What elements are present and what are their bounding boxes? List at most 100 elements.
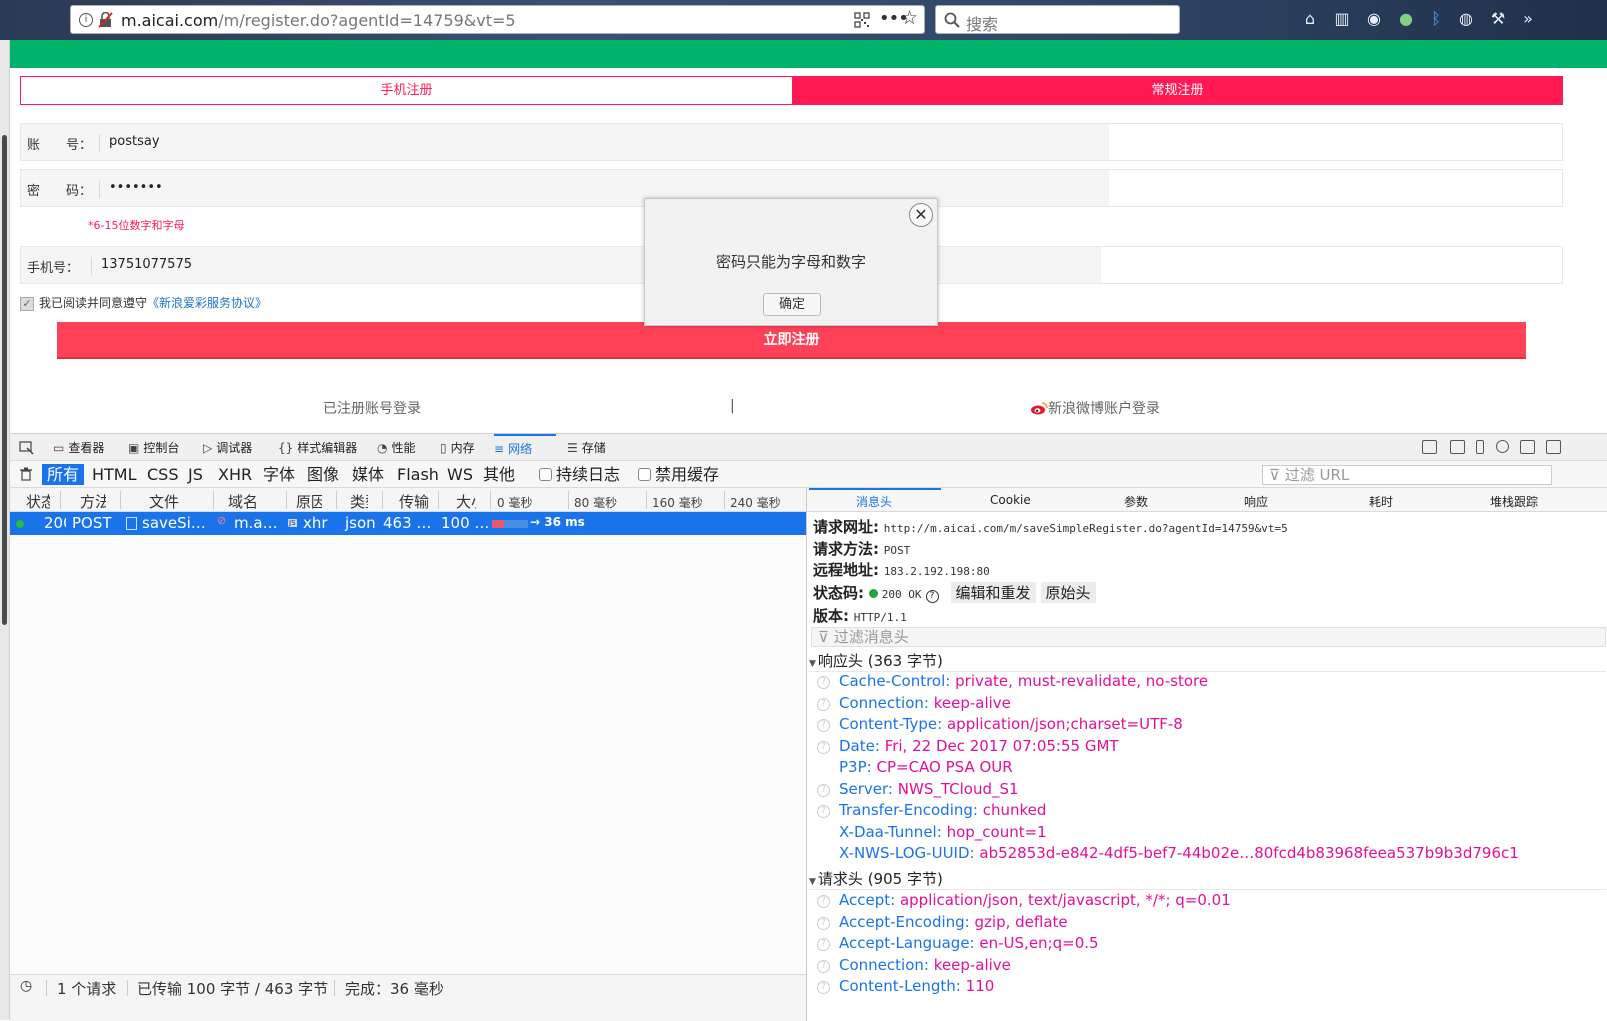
settings-gear-icon[interactable] (1496, 440, 1509, 453)
raw-headers-button[interactable]: 原始头 (1040, 582, 1096, 603)
scratchpad-icon[interactable] (1450, 440, 1465, 454)
bluetooth-addon-icon[interactable]: ᛒ (1426, 9, 1446, 29)
weibo-login-link[interactable]: 新浪微博账户登录 (1030, 398, 1160, 418)
url-host: m.aicai.com (121, 11, 219, 30)
tab-cookies[interactable]: Cookie (990, 493, 1031, 507)
filter-media[interactable]: 媒体 (347, 464, 389, 485)
ok-button[interactable]: 确定 (763, 293, 821, 316)
tab-inspector[interactable]: ▭ 查看器 (53, 439, 104, 459)
header-help-icon[interactable]: ? (817, 783, 830, 797)
tab-memory[interactable]: ▯ 内存 (440, 439, 475, 459)
header-help-icon[interactable]: ? (817, 938, 830, 951)
close-icon[interactable]: ✕ (909, 203, 933, 227)
status-addon-icon[interactable]: ● (1396, 9, 1416, 29)
url-text[interactable]: m.aicai.com/m/register.do?agentId=14759&… (121, 11, 516, 30)
edit-resend-button[interactable]: 编辑和重发 (950, 582, 1036, 603)
tab-network[interactable]: ≡ 网络 (494, 434, 556, 456)
tab-headers[interactable]: 消息头 (856, 493, 892, 510)
account-input[interactable]: postsay (109, 134, 160, 149)
home-icon[interactable]: ⌂ (1300, 9, 1320, 29)
tab-timings[interactable]: 耗时 (1369, 493, 1393, 510)
header-help-icon[interactable]: ? (817, 959, 830, 973)
phone-input[interactable]: 13751077575 (101, 257, 192, 272)
request-url[interactable]: http://m.aicai.com/m/saveSimpleRegister.… (884, 522, 1288, 535)
scroll-thumb[interactable] (2, 135, 7, 625)
filter-images[interactable]: 图像 (302, 464, 344, 485)
col-type[interactable]: 类型 (350, 491, 368, 512)
header-help-icon[interactable]: ? (817, 697, 830, 711)
qr-code-icon[interactable] (854, 12, 870, 28)
info-icon[interactable]: i (79, 13, 93, 27)
tab-storage[interactable]: ☰ 存储 (567, 439, 606, 459)
weibo-icon (1031, 402, 1048, 415)
agreement-link[interactable]: 《新浪爱彩服务协议》 (147, 296, 267, 310)
url-bar[interactable]: i m.aicai.com/m/register.do?agentId=1475… (70, 5, 925, 34)
header-help-icon[interactable]: ? (817, 895, 830, 908)
filter-headers-input[interactable]: ⊽ 过滤消息头 (811, 627, 1606, 647)
col-cause[interactable]: 原因 (296, 491, 322, 512)
header-help-icon[interactable]: ? (817, 916, 830, 930)
responsive-mode-icon[interactable] (1422, 440, 1437, 454)
library-icon[interactable]: ▥ (1332, 9, 1352, 29)
header-help-icon[interactable]: ? (817, 805, 830, 818)
element-picker-icon[interactable] (19, 441, 34, 455)
header-name: Content-Type: (839, 715, 943, 733)
perf-analysis-icon[interactable]: ◷ (20, 978, 32, 994)
password-input[interactable]: ••••••• (109, 180, 163, 195)
tab-stack-trace[interactable]: 堆栈跟踪 (1490, 493, 1538, 510)
tab-style-editor[interactable]: {} 样式编辑器 (278, 439, 357, 459)
tab-console[interactable]: ▣ 控制台 (128, 439, 179, 459)
filter-ws[interactable]: WS (442, 464, 478, 485)
filter-all[interactable]: 所有 (42, 464, 85, 485)
header-help-icon[interactable]: ? (817, 676, 830, 689)
tab-params[interactable]: 参数 (1124, 493, 1148, 510)
agree-checkbox[interactable]: ✓ (20, 296, 34, 311)
tab-performance[interactable]: ◔ 性能 (377, 439, 416, 459)
filter-flash[interactable]: Flash (392, 464, 444, 485)
col-transferred[interactable]: 传输 (399, 491, 429, 512)
help-icon[interactable]: ? (925, 590, 939, 603)
col-size[interactable]: 大小 (456, 491, 476, 512)
request-row[interactable]: 200 POST saveSi… ⊘ m.a… JS xhr json 463 … (10, 512, 806, 535)
dock-side-icon[interactable] (1520, 440, 1535, 454)
persist-log-checkbox[interactable] (539, 468, 552, 481)
search-bar[interactable]: 搜索 (935, 5, 1180, 34)
filter-fonts[interactable]: 字体 (258, 464, 300, 485)
request-headers-section[interactable]: ▼ 请求头 (905 字节) (809, 868, 1606, 890)
col-divider (382, 491, 383, 509)
tab-response[interactable]: 响应 (1244, 493, 1268, 510)
header-help-icon[interactable]: ? (817, 740, 830, 754)
filter-html[interactable]: HTML (87, 464, 142, 485)
header-help-icon[interactable]: ? (817, 981, 830, 994)
disable-cache-toggle[interactable]: 禁用缓存 (633, 464, 724, 485)
tab-phone-register[interactable]: 手机注册 (21, 77, 792, 104)
disable-cache-checkbox[interactable] (638, 468, 651, 481)
file-icon (126, 517, 137, 530)
col-method[interactable]: 方法 (80, 491, 106, 512)
bookmark-star-icon[interactable]: ☆ (901, 7, 918, 29)
tab-normal-register[interactable]: 常规注册 (792, 77, 1563, 104)
url-filter-input[interactable]: ⊽ 过滤 URL (1262, 465, 1552, 485)
persist-log-toggle[interactable]: 持续日志 (534, 464, 625, 485)
filter-other[interactable]: 其他 (478, 464, 520, 485)
trash-icon[interactable] (20, 467, 32, 481)
login-link[interactable]: 已注册账号登录 (323, 398, 421, 418)
overflow-chevron-icon[interactable]: » (1518, 9, 1538, 29)
register-button[interactable]: 立即注册 (57, 322, 1526, 359)
screenshot-icon[interactable] (1476, 440, 1484, 454)
filter-xhr[interactable]: XHR (213, 464, 257, 485)
filter-css[interactable]: CSS (142, 464, 183, 485)
col-domain[interactable]: 域名 (228, 491, 258, 512)
response-headers-section[interactable]: ▼ 响应头 (363 字节) (809, 650, 1606, 672)
insecure-lock-icon (98, 12, 113, 28)
col-file[interactable]: 文件 (149, 491, 179, 512)
tab-debugger[interactable]: ▷ 调试器 (203, 439, 252, 459)
header-help-icon[interactable]: ? (817, 719, 830, 732)
ip-addon-icon[interactable]: ◉ (1364, 9, 1384, 29)
filter-js[interactable]: JS (183, 464, 208, 485)
header-value: en-US,en;q=0.5 (979, 934, 1099, 952)
wrench-icon[interactable]: ⚒ (1488, 9, 1508, 29)
separate-window-icon[interactable] (1546, 440, 1561, 454)
col-status[interactable]: 状态 (26, 491, 50, 512)
globe-addon-icon[interactable]: ◍ (1456, 9, 1476, 29)
